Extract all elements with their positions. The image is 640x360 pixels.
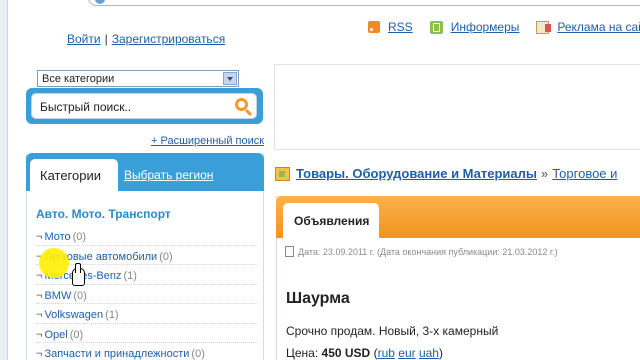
list-item[interactable]: ¬ Мото (0): [36, 226, 258, 246]
register-link[interactable]: Зарегистрироваться: [112, 32, 225, 46]
tab-select-region[interactable]: Выбрать регион: [124, 168, 213, 182]
list-item[interactable]: ¬Легковые автомобили(0): [36, 246, 258, 265]
list-item[interactable]: ¬Mercedes-Benz(1): [36, 265, 258, 285]
list-item[interactable]: ¬ Opel (0): [36, 324, 258, 343]
advanced-search-link[interactable]: + Расширенный поиск: [151, 135, 264, 147]
currency-eur-link[interactable]: eur: [398, 346, 415, 360]
search-icon[interactable]: [235, 98, 248, 111]
price-value: 450 USD: [321, 346, 371, 360]
tab-ads[interactable]: Объявления: [283, 203, 379, 238]
advertising-icon: [536, 20, 552, 34]
listing-price: Цена: 450 USD (rub eur uah): [286, 346, 443, 360]
breadcrumb: Товары. Оборудование и Материалы » Торго…: [275, 166, 617, 181]
breadcrumb-sub-link[interactable]: Торговое и: [552, 166, 617, 181]
cursor-highlight: [39, 248, 69, 278]
search-input[interactable]: Быстрый поиск..: [31, 93, 257, 119]
item-marker: ¬: [36, 348, 43, 360]
category-select-value: Все категории: [42, 73, 115, 85]
login-link[interactable]: Войти: [67, 32, 101, 46]
sidebar-tabs: Категории Выбрать регион: [26, 153, 264, 191]
listing-title[interactable]: Шаурма: [286, 290, 350, 308]
category-list: ¬Мото(0) ¬Легковые автомобили(0) ¬Merced…: [36, 226, 258, 360]
chevron-down-icon[interactable]: [223, 72, 237, 85]
listing-description: Срочно продам. Новый, 3-х камерный: [286, 324, 499, 338]
item-marker: ¬: [36, 289, 43, 302]
topnav-item-advertising[interactable]: Реклама на сайт: [536, 20, 640, 34]
topnav-item-informers[interactable]: Информеры: [429, 20, 520, 34]
browser-top-strip: [0, 0, 640, 14]
category-count: (1): [105, 309, 119, 321]
currency-uah-link[interactable]: uah: [419, 346, 439, 360]
address-bar[interactable]: [88, 0, 640, 6]
rss-link[interactable]: RSS: [388, 20, 413, 34]
category-count: (0): [191, 348, 205, 360]
listing-date: Дата: 23.09.2011 г. (Дата окончания публ…: [285, 246, 558, 257]
tab-categories[interactable]: Категории: [30, 159, 118, 191]
category-link[interactable]: Opel: [44, 329, 67, 341]
category-link[interactable]: Volkswagen: [44, 309, 103, 321]
top-nav: RSS Информеры Реклама на сайт: [368, 20, 640, 34]
rss-icon: [368, 21, 380, 33]
window-left-edge: [0, 0, 8, 360]
category-select[interactable]: Все категории: [37, 70, 239, 87]
price-label: Цена:: [286, 346, 319, 360]
item-marker: ¬: [36, 231, 43, 243]
hand-cursor-icon: [72, 263, 85, 286]
list-item[interactable]: ¬ Volkswagen (1): [36, 304, 258, 324]
breadcrumb-separator: »: [541, 166, 549, 181]
document-icon: [285, 246, 294, 257]
quick-search: Быстрый поиск..: [26, 88, 263, 124]
search-placeholder: Быстрый поиск..: [40, 100, 132, 114]
list-item[interactable]: ¬ Запчасти и принадлежности (0): [36, 343, 258, 360]
item-marker: ¬: [36, 309, 43, 321]
breadcrumb-main-link[interactable]: Товары. Оборудование и Материалы: [296, 166, 537, 181]
auth-links: Войти | Зарегистрироваться: [67, 32, 225, 46]
advertising-link[interactable]: Реклама на сайт: [557, 20, 640, 34]
list-item[interactable]: ¬ BMW (0): [36, 285, 258, 304]
category-link[interactable]: Запчасти и принадлежности: [44, 348, 189, 360]
category-count: (0): [69, 328, 84, 341]
informer-icon: [429, 20, 443, 34]
category-count: (0): [159, 250, 173, 263]
category-link[interactable]: BMW: [44, 290, 71, 302]
category-count: (0): [73, 289, 87, 302]
category-count: (1): [123, 270, 137, 282]
listing-date-text: Дата: 23.09.2011 г. (Дата окончания публ…: [298, 246, 558, 257]
banner-area: [274, 64, 640, 150]
currency-rub-link[interactable]: rub: [378, 346, 395, 360]
item-marker: ¬: [36, 328, 43, 341]
category-link[interactable]: Мото: [44, 231, 70, 243]
topnav-item-rss[interactable]: RSS: [368, 20, 413, 34]
informers-link[interactable]: Информеры: [451, 20, 520, 34]
category-heading[interactable]: Авто. Мото. Транспорт: [36, 207, 171, 221]
auth-separator: |: [104, 32, 108, 46]
category-count: (0): [72, 231, 87, 243]
category-folder-icon: [275, 166, 290, 181]
